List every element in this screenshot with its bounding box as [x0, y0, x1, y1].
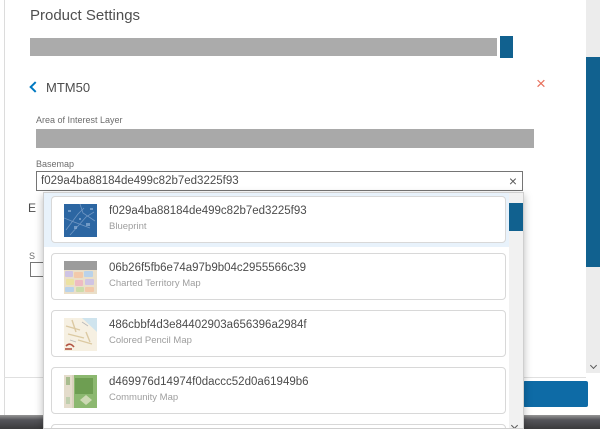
obscured-label-fragment: E	[28, 201, 36, 215]
option-id: f029a4ba88184de499c82b7ed3225f93	[109, 205, 307, 217]
option-id: d469976d14974f0daccc52d0a61949b6	[109, 376, 309, 388]
basemap-option-community[interactable]: d469976d14974f0daccc52d0a61949b6 Communi…	[51, 367, 506, 414]
community-map-thumbnail	[64, 375, 97, 408]
option-id: 486cbbf4d3e84402903a656396a2984f	[109, 319, 307, 331]
x-clear-icon: ×	[509, 174, 517, 188]
option-id: 06b26f5fb6e74a97b9b04c2955566c39	[109, 262, 306, 274]
blueprint-map-thumbnail	[64, 204, 97, 237]
basemap-option-blueprint[interactable]: f029a4ba88184de499c82b7ed3225f93 Bluepri…	[51, 196, 506, 243]
obscured-label-fragment: S	[29, 251, 35, 261]
primary-action-button[interactable]	[523, 381, 588, 407]
basemap-dropdown: f029a4ba88184de499c82b7ed3225f93 Bluepri…	[43, 192, 524, 429]
window-scrollbar-thumb[interactable]	[586, 57, 600, 267]
basemap-combobox: ×	[36, 171, 523, 191]
basemap-field-label: Basemap	[36, 159, 74, 169]
product-settings-dialog: Product Settings MTM50 × Area of Interes…	[0, 0, 600, 429]
aoi-field-placeholder[interactable]	[36, 129, 534, 148]
blue-indicator	[500, 36, 513, 58]
dropdown-scroll-down-button[interactable]	[512, 415, 520, 423]
option-name: Blueprint	[109, 221, 147, 232]
redacted-field-bar	[30, 38, 497, 56]
basemap-option-colored-pencil[interactable]: 486cbbf4d3e84402903a656396a2984f Colored…	[51, 310, 506, 357]
close-icon: ×	[536, 75, 546, 92]
back-button[interactable]: MTM50	[31, 79, 90, 95]
modal-left-border	[4, 0, 5, 415]
window-scroll-down-button[interactable]	[589, 363, 598, 372]
back-label: MTM50	[46, 80, 90, 95]
option-name: Community Map	[109, 392, 178, 403]
charted-territory-map-thumbnail	[64, 261, 97, 294]
basemap-input[interactable]	[37, 175, 504, 187]
option-name: Colored Pencil Map	[109, 335, 192, 346]
colored-pencil-map-thumbnail	[64, 318, 97, 351]
basemap-option-charted-territory[interactable]: 06b26f5fb6e74a97b9b04c2955566c39 Charted…	[51, 253, 506, 300]
dropdown-scrollbar-thumb[interactable]	[509, 203, 523, 231]
clear-button[interactable]: ×	[504, 172, 522, 190]
close-button[interactable]: ×	[531, 73, 551, 93]
aoi-field-label: Area of Interest Layer	[36, 115, 123, 125]
chevron-left-icon	[29, 81, 40, 92]
page-title: Product Settings	[30, 7, 140, 24]
chevron-down-icon	[590, 362, 597, 369]
basemap-option-partial[interactable]	[51, 424, 506, 429]
option-name: Charted Territory Map	[109, 278, 201, 289]
